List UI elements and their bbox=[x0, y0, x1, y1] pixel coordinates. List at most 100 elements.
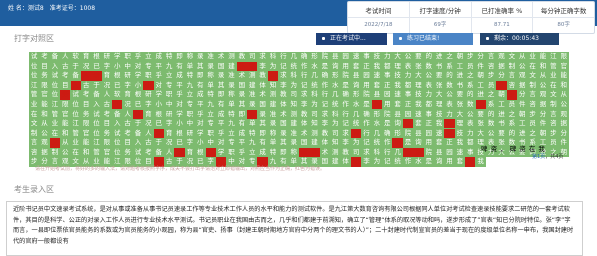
grid-cell-correct: 对 bbox=[132, 61, 144, 71]
grid-cell-wrong: 书 bbox=[475, 99, 486, 110]
grid-cell-correct: 作 bbox=[361, 119, 372, 129]
grid-cell-correct: 分 bbox=[517, 90, 528, 100]
grid-cell-wrong: 正 bbox=[465, 157, 476, 167]
grid-cell-correct: 从 bbox=[39, 119, 50, 129]
grid-cell-correct: 询 bbox=[392, 119, 403, 129]
grid-cell-correct: 职 bbox=[184, 109, 196, 119]
grid-cell-correct: 员 bbox=[465, 61, 476, 71]
grid-cell-correct: 业 bbox=[548, 71, 559, 81]
grid-cell-correct: 从 bbox=[517, 52, 528, 62]
grid-cell-correct: 根 bbox=[195, 147, 206, 158]
grid-cell-correct: 立 bbox=[205, 109, 216, 119]
grid-cell-correct: 李 bbox=[361, 157, 372, 167]
grid-cell-correct: 古 bbox=[60, 61, 71, 71]
grid-cell-correct: 人 bbox=[101, 90, 112, 100]
grid-cell-correct: 乎 bbox=[215, 128, 227, 139]
grid-cell-correct: 目 bbox=[101, 119, 112, 129]
grid-cell-correct: 限 bbox=[39, 80, 50, 91]
grid-cell-correct: 术 bbox=[215, 52, 227, 62]
grid-cell-correct: 件 bbox=[475, 61, 486, 71]
grid-cell-correct: 作 bbox=[382, 138, 393, 148]
grid-cell-wrong: 入 bbox=[70, 80, 81, 91]
grid-cell-correct: 为 bbox=[309, 99, 320, 110]
grid-cell-correct: 朝 bbox=[517, 109, 528, 119]
grid-cell-correct: 的 bbox=[485, 109, 497, 119]
grid-cell-correct: 录 bbox=[205, 61, 216, 71]
grid-cell-correct: 学 bbox=[174, 109, 185, 119]
grid-cell-correct: 作 bbox=[340, 99, 351, 110]
grid-cell-correct: 员 bbox=[506, 99, 517, 110]
grid-cell-correct: 都 bbox=[423, 99, 434, 110]
grid-cell-correct: 速 bbox=[454, 147, 466, 158]
grid-cell-wrong: 司 bbox=[267, 71, 279, 81]
grid-cell-correct: 育 bbox=[80, 52, 92, 62]
typing-input-area[interactable]: 近阶书记员中文速录考试系统，是对从事或准备从事书记员速录工作等专业技术工作人员的… bbox=[6, 201, 583, 256]
grid-cell-correct: 院 bbox=[340, 71, 351, 81]
grid-cell-correct: 据 bbox=[537, 99, 549, 110]
grid-cell-correct: 系 bbox=[506, 119, 517, 129]
exam-running-button[interactable]: 正在考试中... bbox=[316, 33, 387, 45]
grid-cell-correct: 录 bbox=[288, 138, 299, 148]
grid-cell-correct: 之 bbox=[444, 52, 455, 62]
grid-cell-correct: 研 bbox=[101, 52, 112, 62]
grid-cell-correct: 根 bbox=[112, 71, 123, 81]
grid-cell-correct: 张 bbox=[454, 99, 466, 110]
grid-cell-correct: 建 bbox=[267, 99, 279, 110]
grid-cell-correct: 备 bbox=[49, 52, 61, 62]
grid-cell-correct: 已 bbox=[174, 138, 185, 148]
grid-cell-correct: 况 bbox=[101, 80, 112, 91]
grid-cell-correct: 在 bbox=[548, 80, 559, 91]
grid-cell-correct: 已 bbox=[153, 119, 164, 129]
grid-cell-correct: 系 bbox=[444, 61, 455, 71]
grid-cell-correct: 要 bbox=[496, 128, 507, 139]
grid-cell-correct: 都 bbox=[465, 138, 476, 148]
grid-cell-correct: 目 bbox=[60, 80, 71, 91]
grid-cell-correct: 位 bbox=[29, 61, 40, 71]
grid-cell-correct: 于 bbox=[132, 119, 144, 129]
grid-cell-wrong: 准 bbox=[309, 147, 320, 158]
grid-cell-correct: 考 bbox=[39, 52, 50, 62]
grid-cell-correct: 员 bbox=[485, 80, 497, 91]
grid-cell-correct: 行 bbox=[278, 52, 289, 62]
grid-cell-correct: 之 bbox=[527, 128, 538, 139]
pager-current[interactable]: 第1页 bbox=[532, 154, 545, 160]
grid-cell-correct: 事 bbox=[465, 147, 476, 158]
grid-cell-correct: 统 bbox=[350, 119, 362, 129]
grid-cell-correct: 县 bbox=[330, 52, 341, 62]
grid-cell-correct: 据 bbox=[496, 61, 507, 71]
grid-cell-correct: 即 bbox=[174, 52, 185, 62]
grid-cell-correct: 分 bbox=[537, 109, 549, 119]
input-section-title: 考生录入区 bbox=[14, 185, 54, 194]
grid-cell-correct: 学 bbox=[153, 90, 164, 100]
grid-cell-correct: 位 bbox=[91, 119, 102, 129]
grid-cell-correct: 公 bbox=[402, 52, 414, 62]
grid-cell-correct: 理 bbox=[454, 119, 466, 129]
grid-cell-correct: 科 bbox=[267, 52, 279, 62]
grid-cell-correct: 书 bbox=[434, 61, 445, 71]
grid-cell-correct: 从 bbox=[558, 90, 569, 100]
stat-label: 每分钟正确字数 bbox=[533, 2, 594, 18]
pager: 第1页，共4页 bbox=[532, 153, 563, 160]
ticket-label: 准考证号： bbox=[49, 5, 80, 12]
grid-cell-correct: 九 bbox=[164, 61, 175, 71]
grid-cell-correct: 考 bbox=[143, 147, 154, 158]
pending-text: 啤 资 ， 碑 资 在 我 bbox=[481, 145, 546, 153]
grid-cell-correct: 乎 bbox=[153, 71, 164, 81]
grid-cell-correct: 要 bbox=[454, 90, 466, 100]
grid-cell-correct: 况 bbox=[143, 119, 154, 129]
grid-cell-correct: 九 bbox=[184, 80, 196, 91]
grid-cell-correct: 平 bbox=[174, 80, 185, 91]
grid-cell-correct: 的 bbox=[423, 52, 434, 62]
grid-cell-correct: 记 bbox=[340, 119, 351, 129]
grid-cell-correct: 单 bbox=[184, 61, 196, 71]
grid-cell-correct: 事 bbox=[361, 52, 372, 62]
grid-cell-wrong: 于 bbox=[112, 99, 123, 110]
grid-cell-correct: 能 bbox=[537, 52, 549, 62]
grid-cell-correct: 技 bbox=[434, 109, 445, 119]
grid-cell-correct: 管 bbox=[29, 90, 40, 100]
grid-cell-correct: 院 bbox=[402, 128, 414, 139]
practice-status-button[interactable]: 练习已结束! bbox=[393, 33, 473, 45]
grid-cell-correct: 学 bbox=[215, 147, 227, 158]
grid-cell-correct: 限 bbox=[80, 119, 92, 129]
grid-cell-correct: 和 bbox=[39, 109, 50, 119]
